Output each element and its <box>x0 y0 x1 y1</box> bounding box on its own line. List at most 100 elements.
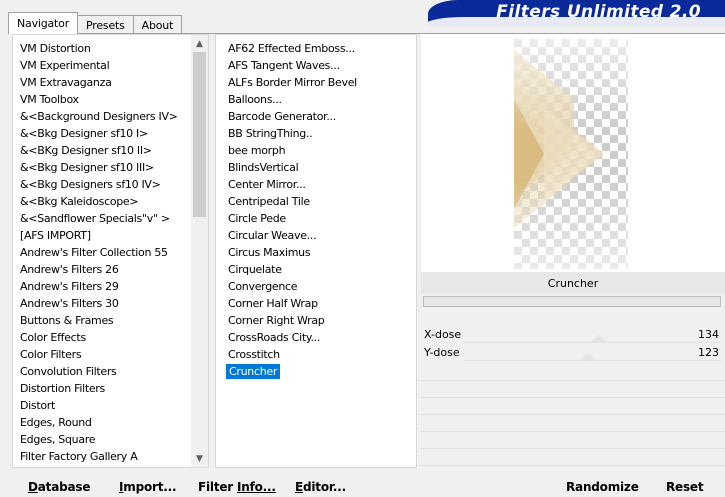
filter-item[interactable]: Cruncher <box>216 363 416 380</box>
slider-thumb[interactable] <box>589 335 608 343</box>
filter-item-label: Circle Pede <box>228 212 286 225</box>
filter-item[interactable]: Cirquelate <box>216 261 416 278</box>
filter-item[interactable]: Crosstitch <box>216 346 416 363</box>
category-list-panel[interactable]: VM Distortion VM Experimental VM Extravaga… <box>12 34 209 468</box>
category-item[interactable]: &<BKg Designer sf10 II> <box>13 142 208 159</box>
filter-item[interactable]: Corner Right Wrap <box>216 312 416 329</box>
filter-info-button[interactable]: Filter Info... <box>194 478 280 496</box>
footer-right: Randomize Reset <box>421 470 725 497</box>
filter-item-label: AF62 Effected Emboss... <box>228 42 355 55</box>
filter-item-label: Cruncher <box>226 364 281 379</box>
category-item[interactable]: Convolution Filters <box>13 363 208 380</box>
filter-item[interactable]: AFS Tangent Waves... <box>216 57 416 74</box>
category-item[interactable]: VM Experimental <box>13 57 208 74</box>
filter-item[interactable]: Circus Maximus <box>216 244 416 261</box>
category-item[interactable]: Edges, Square <box>13 431 208 448</box>
filter-item-label: Centripedal Tile <box>228 195 310 208</box>
progress-bar <box>423 296 721 307</box>
filter-item[interactable]: Center Mirror... <box>216 176 416 193</box>
empty-param-row <box>421 448 725 449</box>
param-x-dose[interactable]: X-dose 134 <box>421 327 725 344</box>
editor-button[interactable]: Editor... <box>291 478 350 496</box>
current-filter-name: Cruncher <box>421 272 725 294</box>
filter-item-label: Corner Right Wrap <box>228 314 325 327</box>
category-item-label: [AFS IMPORT] <box>20 229 91 242</box>
category-item[interactable]: Andrew's Filters 30 <box>13 295 208 312</box>
filter-item[interactable]: Corner Half Wrap <box>216 295 416 312</box>
category-item-label: VM Toolbox <box>20 93 79 106</box>
filter-item[interactable]: Convergence <box>216 278 416 295</box>
category-item[interactable]: &<Bkg Kaleidoscope> <box>13 193 208 210</box>
filter-item[interactable]: Centripedal Tile <box>216 193 416 210</box>
category-item-label: Edges, Round <box>20 416 92 429</box>
category-item[interactable]: Buttons & Frames <box>13 312 208 329</box>
category-item[interactable]: &<Sandflower Specials"v" > <box>13 210 208 227</box>
category-item[interactable]: &<Background Designers IV> <box>13 108 208 125</box>
randomize-button[interactable]: Randomize <box>562 478 643 496</box>
param-y-dose[interactable]: Y-dose 123 <box>421 345 725 362</box>
category-item[interactable]: Andrew's Filters 29 <box>13 278 208 295</box>
category-item-label: VM Experimental <box>20 59 110 72</box>
empty-param-row <box>421 431 725 432</box>
param-label: Y-dose <box>424 346 460 359</box>
category-item-label: Distort <box>20 399 56 412</box>
category-item[interactable]: VM Toolbox <box>13 91 208 108</box>
category-item[interactable]: Andrew's Filters 26 <box>13 261 208 278</box>
filter-item[interactable]: AF62 Effected Emboss... <box>216 40 416 57</box>
category-item[interactable]: Color Filters <box>13 346 208 363</box>
filter-item[interactable]: Circle Pede <box>216 210 416 227</box>
filter-item-label: Balloons... <box>228 93 282 106</box>
param-value: 123 <box>698 346 719 359</box>
preview-image <box>514 39 628 269</box>
filter-item[interactable]: Circular Weave... <box>216 227 416 244</box>
slider-thumb[interactable] <box>578 353 597 361</box>
reset-button[interactable]: Reset <box>662 478 707 496</box>
filter-item-label: Crosstitch <box>228 348 280 361</box>
tab-navigator[interactable]: Navigator <box>8 12 79 34</box>
category-item[interactable]: &<Bkg Designer sf10 III> <box>13 159 208 176</box>
filter-item-label: bee morph <box>228 144 286 157</box>
empty-param-row <box>421 380 725 381</box>
database-button[interactable]: Database <box>24 478 94 496</box>
category-item[interactable]: Edges, Round <box>13 414 208 431</box>
tab-presets[interactable]: Presets <box>77 15 134 34</box>
filter-item-label: ALFs Border Mirror Bevel <box>228 76 357 89</box>
category-item[interactable]: Filter Factory Gallery B <box>13 465 208 467</box>
filter-item[interactable]: CrossRoads City... <box>216 329 416 346</box>
chevron-up-icon[interactable]: ▲ <box>191 35 208 52</box>
filter-item[interactable]: bee morph <box>216 142 416 159</box>
category-item[interactable]: &<Bkg Designers sf10 IV> <box>13 176 208 193</box>
category-scrollbar[interactable]: ▲ ▼ <box>191 35 208 467</box>
filter-item-label: BlindsVertical <box>228 161 299 174</box>
category-item-label: Color Effects <box>20 331 86 344</box>
tab-about[interactable]: About <box>132 15 183 34</box>
filter-item[interactable]: BlindsVertical <box>216 159 416 176</box>
filter-item-label: BB StringThing.. <box>228 127 313 140</box>
category-item[interactable]: &<Bkg Designer sf10 I> <box>13 125 208 142</box>
category-item[interactable]: VM Extravaganza <box>13 74 208 91</box>
filter-item[interactable]: Barcode Generator... <box>216 108 416 125</box>
filter-item-label: CrossRoads City... <box>228 331 321 344</box>
category-item[interactable]: VM Distortion <box>13 40 208 57</box>
empty-param-row <box>421 414 725 415</box>
category-item-label: Buttons & Frames <box>20 314 114 327</box>
chevron-down-icon[interactable]: ▼ <box>191 450 208 467</box>
import-button[interactable]: Import... <box>115 478 180 496</box>
category-item[interactable]: Color Effects <box>13 329 208 346</box>
filter-item[interactable]: BB StringThing.. <box>216 125 416 142</box>
scrollbar-thumb[interactable] <box>193 52 206 217</box>
filter-item[interactable]: Balloons... <box>216 91 416 108</box>
filter-item-label: Circus Maximus <box>228 246 311 259</box>
category-item[interactable]: [AFS IMPORT] <box>13 227 208 244</box>
category-item[interactable]: Distortion Filters <box>13 380 208 397</box>
filter-item[interactable]: ALFs Border Mirror Bevel <box>216 74 416 91</box>
filter-list[interactable]: AF62 Effected Emboss... AFS Tangent Waves… <box>216 40 416 380</box>
category-item[interactable]: Andrew's Filter Collection 55 <box>13 244 208 261</box>
category-list[interactable]: VM Distortion VM Experimental VM Extravaga… <box>13 40 208 467</box>
category-item[interactable]: Filter Factory Gallery A <box>13 448 208 465</box>
category-item-label: Andrew's Filters 29 <box>20 280 119 293</box>
filter-list-panel[interactable]: AF62 Effected Emboss... AFS Tangent Waves… <box>215 34 417 468</box>
category-item-label: &<Bkg Designer sf10 III> <box>20 161 154 174</box>
category-item-label: Filter Factory Gallery A <box>20 450 138 463</box>
category-item[interactable]: Distort <box>13 397 208 414</box>
